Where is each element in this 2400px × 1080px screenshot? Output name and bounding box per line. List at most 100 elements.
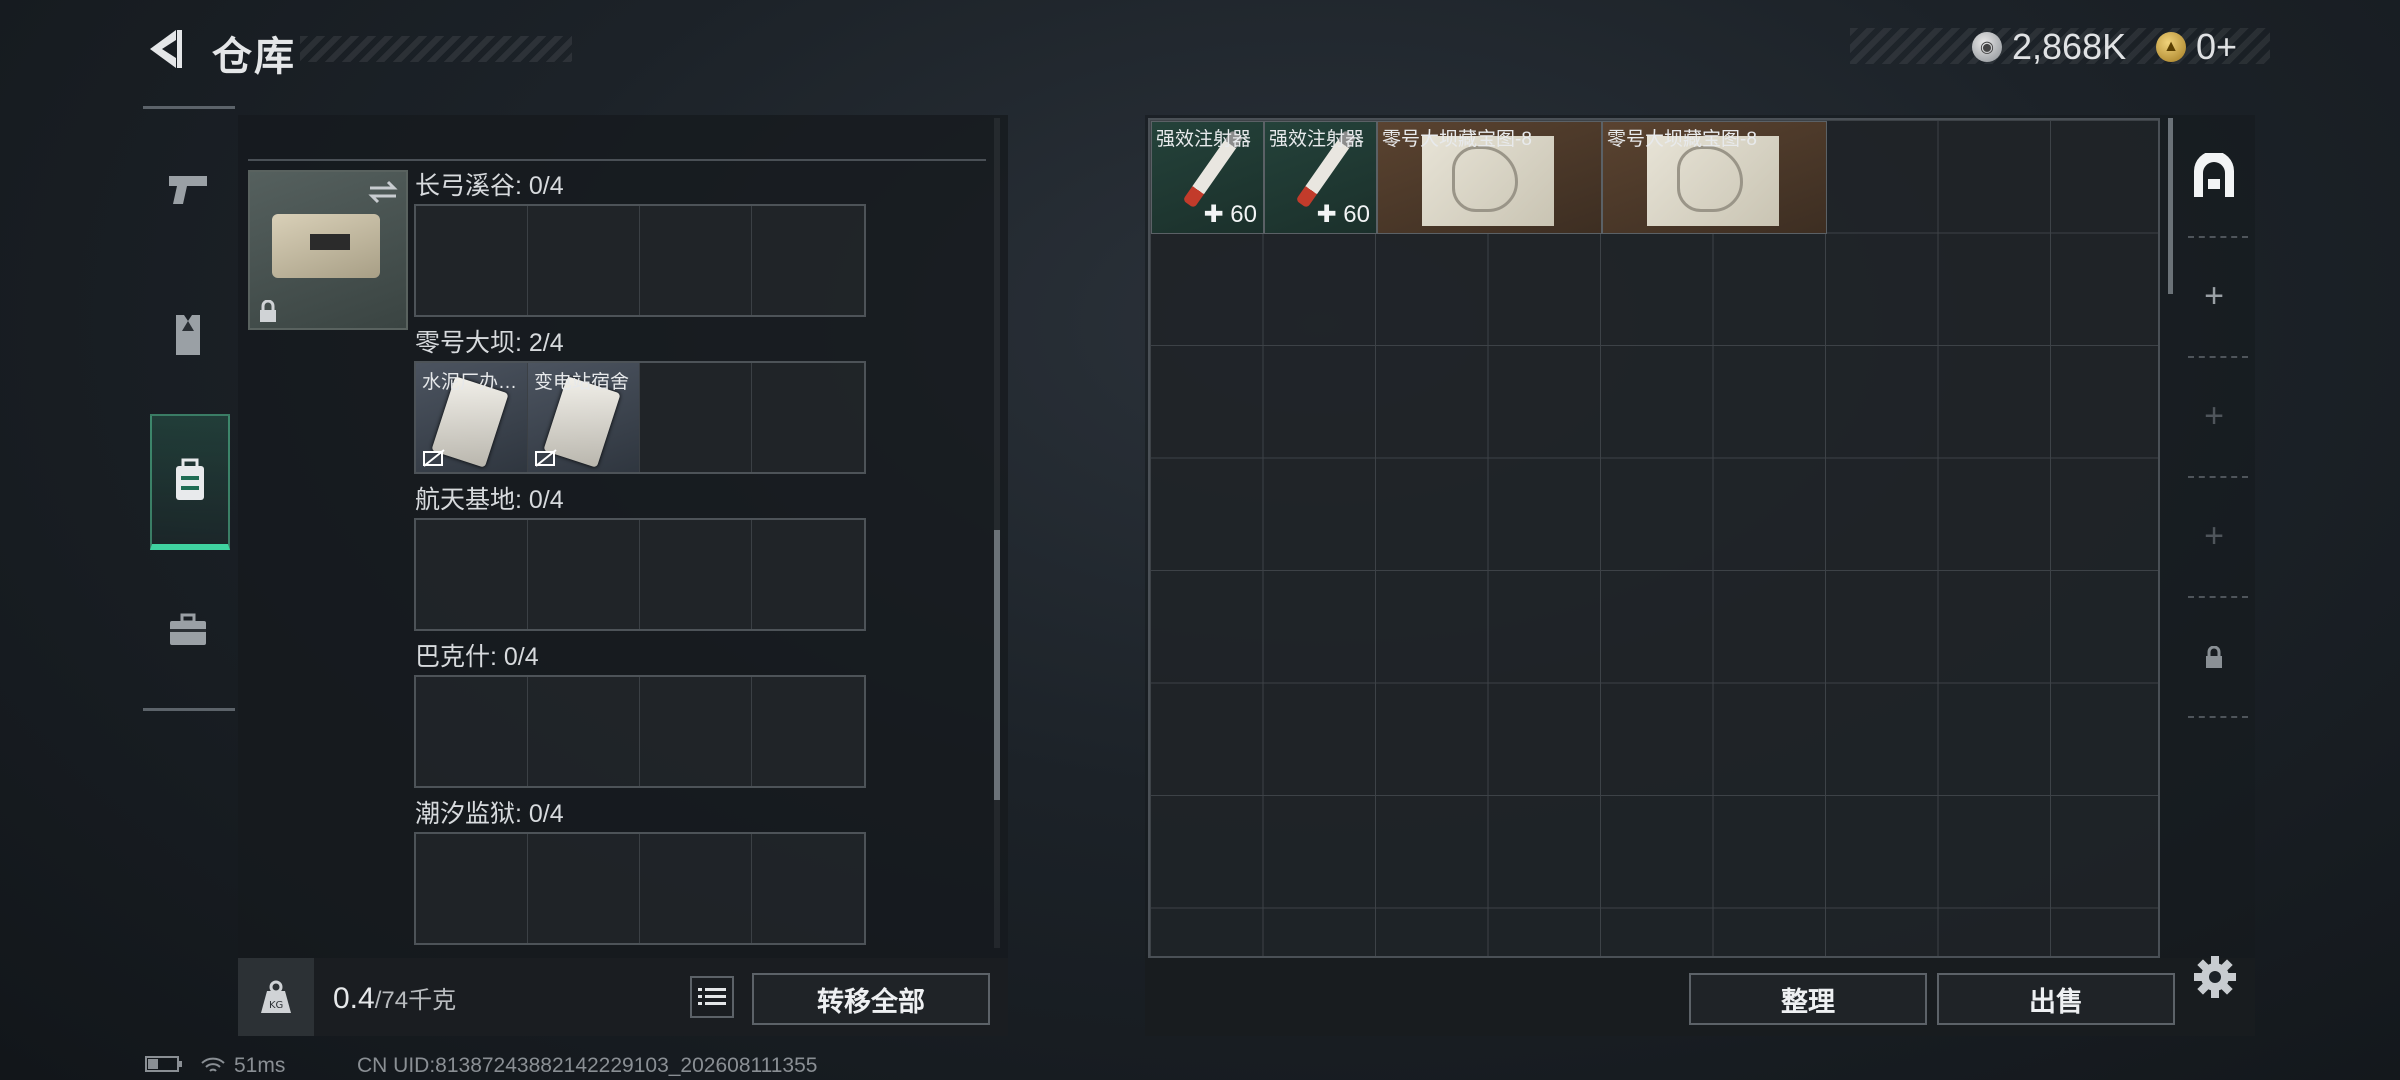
locked-stash-button[interactable] (2190, 634, 2238, 682)
card-slot[interactable] (528, 677, 640, 786)
add-stash-button[interactable]: + (2190, 512, 2238, 560)
add-stash-icon: + (2204, 396, 2224, 435)
category-grid (414, 518, 866, 631)
add-stash-button[interactable]: + (2190, 272, 2238, 320)
card-slot[interactable] (640, 520, 752, 629)
item-heal-value: ✚ 60 (1203, 201, 1257, 228)
card-slot[interactable] (528, 834, 640, 943)
sell-button[interactable]: 出售 (1937, 973, 2175, 1025)
user-uid: CN UID:8138724388214222910​3_20260811135… (357, 1054, 818, 1077)
stash-item[interactable]: 强效注射器 ✚ 60 (1264, 121, 1377, 234)
settings-button[interactable] (2190, 952, 2240, 1002)
card-slot[interactable] (752, 677, 864, 786)
category-label: 巴克什: 0/4 (415, 643, 539, 671)
weight-current: 0.4 (333, 982, 375, 1015)
category-grid (414, 832, 866, 945)
category-label: 航天基地: 0/4 (415, 486, 564, 514)
gold-currency: ▲ 0+ (2156, 26, 2237, 68)
tool-separator (2188, 596, 2248, 598)
transfer-all-button[interactable]: 转移全部 (752, 973, 990, 1025)
card-slot[interactable] (640, 206, 752, 315)
page-title: 仓库 (212, 35, 296, 79)
tool-separator (2188, 356, 2248, 358)
silver-coin-icon: ◉ (1972, 32, 2002, 62)
key-card-item[interactable]: 变电站宿舍 (528, 363, 640, 472)
card-slot[interactable] (416, 677, 528, 786)
add-stash-icon: + (2204, 276, 2224, 315)
battery-icon (145, 1056, 182, 1072)
item-name: 零号大坝藏宝图-8 (1607, 129, 1757, 150)
nav-item-weapons[interactable] (150, 145, 226, 235)
stash-item[interactable]: 零号大坝藏宝图-8 (1602, 121, 1827, 234)
nav-divider-bottom (143, 708, 235, 711)
card-slot[interactable] (416, 834, 528, 943)
pistol-icon (169, 176, 207, 204)
card-slot[interactable] (752, 363, 864, 472)
back-button[interactable] (140, 22, 188, 76)
card-case-container[interactable] (248, 170, 408, 330)
panel-header-strip (248, 115, 986, 161)
card-slot[interactable] (640, 834, 752, 943)
back-arrow-icon (150, 30, 182, 68)
gear-icon (2194, 956, 2236, 998)
briefcase-icon (170, 613, 206, 645)
card-slot[interactable] (752, 206, 864, 315)
list-view-button[interactable] (690, 976, 734, 1018)
card-slot[interactable] (752, 520, 864, 629)
card-slot[interactable] (640, 363, 752, 472)
add-stash-button[interactable]: + (2190, 392, 2238, 440)
sort-button[interactable]: 整理 (1689, 973, 1927, 1025)
card-case-image (272, 214, 380, 278)
item-name: 强效注射器 (1156, 129, 1252, 150)
stash-item[interactable]: 强效注射器 ✚ 60 (1151, 121, 1264, 234)
kg-weight-icon: KG (261, 980, 291, 1013)
lock-icon (260, 300, 276, 322)
card-slot[interactable] (528, 206, 640, 315)
item-name: 零号大坝藏宝图-8 (1382, 129, 1532, 150)
card-slot[interactable] (416, 206, 528, 315)
gold-amount: 0+ (2196, 26, 2238, 67)
category-label: 长弓溪谷: 0/4 (415, 172, 564, 200)
key-card-name: 变电站宿舍 (534, 372, 630, 393)
list-icon (698, 988, 726, 1005)
svg-text:KG: KG (269, 1000, 283, 1011)
key-card-name: 水泥厂办… (422, 372, 518, 393)
container-scroll-thumb[interactable] (994, 530, 1000, 800)
stash-main-icon (2194, 153, 2234, 197)
nav-item-toolbox[interactable] (150, 585, 226, 675)
category-label: 零号大坝: 2/4 (415, 329, 564, 357)
item-heal-value: ✚ 60 (1316, 201, 1370, 228)
no-trade-icon (423, 449, 445, 467)
no-trade-icon (535, 449, 557, 467)
armor-vest-icon (176, 315, 200, 355)
key-card-item[interactable]: 水泥厂办… (416, 363, 528, 472)
gold-triangle-coin-icon: ▲ (2156, 32, 2186, 62)
nav-item-armor[interactable] (150, 290, 226, 380)
nav-item-backpack[interactable] (150, 414, 230, 550)
swap-arrows-icon[interactable] (368, 180, 398, 204)
card-slot[interactable] (528, 520, 640, 629)
item-name: 强效注射器 (1269, 129, 1365, 150)
tool-separator (2188, 476, 2248, 478)
card-slot[interactable] (416, 520, 528, 629)
tool-separator (2188, 236, 2248, 238)
card-slot[interactable] (640, 677, 752, 786)
category-label: 潮汐监狱: 0/4 (415, 800, 564, 828)
category-grid: 水泥厂办… 变电站宿舍 (414, 361, 866, 474)
card-slot[interactable] (752, 834, 864, 943)
stash-page-1[interactable] (2190, 152, 2238, 200)
stash-scrollbar[interactable] (2168, 118, 2173, 294)
ping-value: 51ms (234, 1054, 286, 1077)
weight-capacity: /74千克 (374, 987, 457, 1014)
battery-indicator (145, 1054, 183, 1078)
stash-grid[interactable]: 强效注射器 ✚ 60 强效注射器 ✚ 60 零号大坝藏宝图-8 零号大坝藏宝图-… (1148, 118, 2160, 958)
heal-amount: 60 (1343, 201, 1370, 228)
weight-badge: KG (238, 958, 314, 1036)
silver-amount: 2,868K (2012, 26, 2127, 67)
nav-divider-top (143, 106, 235, 109)
category-grid (414, 204, 866, 317)
tool-separator (2188, 716, 2248, 718)
lock-icon (2206, 646, 2222, 668)
stash-item[interactable]: 零号大坝藏宝图-8 (1377, 121, 1602, 234)
silver-currency: ◉ 2,868K (1972, 26, 2126, 68)
